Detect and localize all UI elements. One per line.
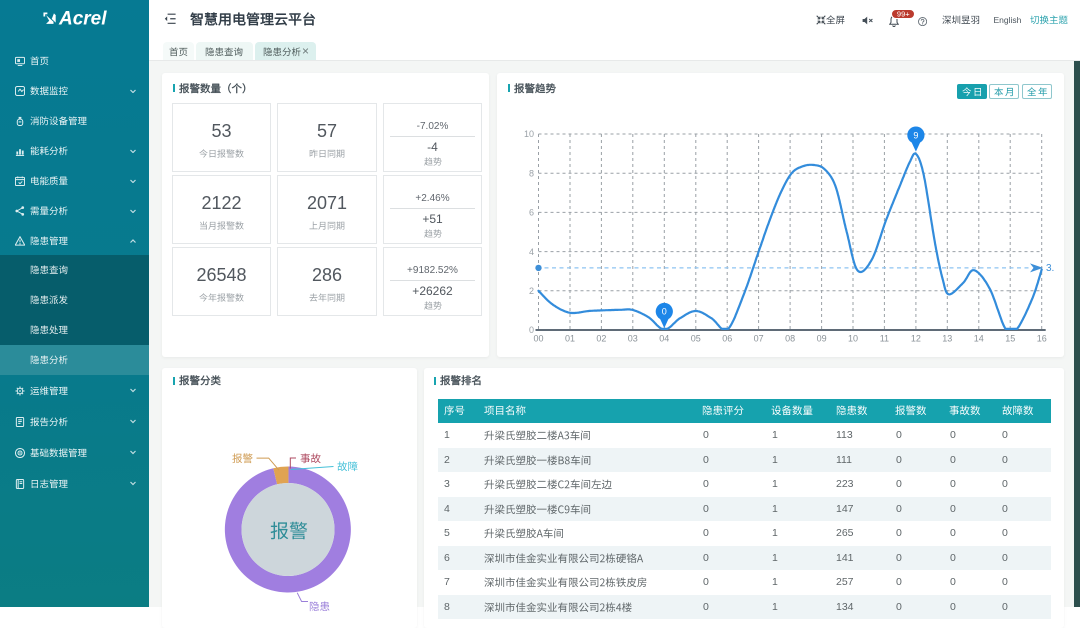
svg-text:02: 02 xyxy=(596,334,606,344)
svg-text:14: 14 xyxy=(974,334,984,344)
svg-text:9: 9 xyxy=(913,130,918,140)
svg-text:12: 12 xyxy=(911,334,921,344)
svg-text:06: 06 xyxy=(722,334,732,344)
svg-text:04: 04 xyxy=(659,334,669,344)
svg-text:13: 13 xyxy=(942,334,952,344)
svg-text:09: 09 xyxy=(817,334,827,344)
svg-text:11: 11 xyxy=(880,334,889,344)
svg-text:05: 05 xyxy=(691,334,701,344)
svg-text:07: 07 xyxy=(754,334,764,344)
svg-text:10: 10 xyxy=(848,334,858,344)
svg-text:01: 01 xyxy=(565,334,575,344)
svg-text:03: 03 xyxy=(628,334,638,344)
svg-text:6: 6 xyxy=(529,208,534,218)
svg-text:0: 0 xyxy=(662,307,667,317)
svg-text:08: 08 xyxy=(785,334,795,344)
svg-text:2: 2 xyxy=(529,286,534,296)
svg-text:4: 4 xyxy=(529,247,534,257)
svg-text:8: 8 xyxy=(529,168,534,178)
svg-text:00: 00 xyxy=(533,334,543,344)
svg-text:16: 16 xyxy=(1037,334,1047,344)
svg-text:15: 15 xyxy=(1005,334,1015,344)
svg-text:10: 10 xyxy=(524,129,534,139)
svg-text:3.: 3. xyxy=(1046,263,1054,274)
